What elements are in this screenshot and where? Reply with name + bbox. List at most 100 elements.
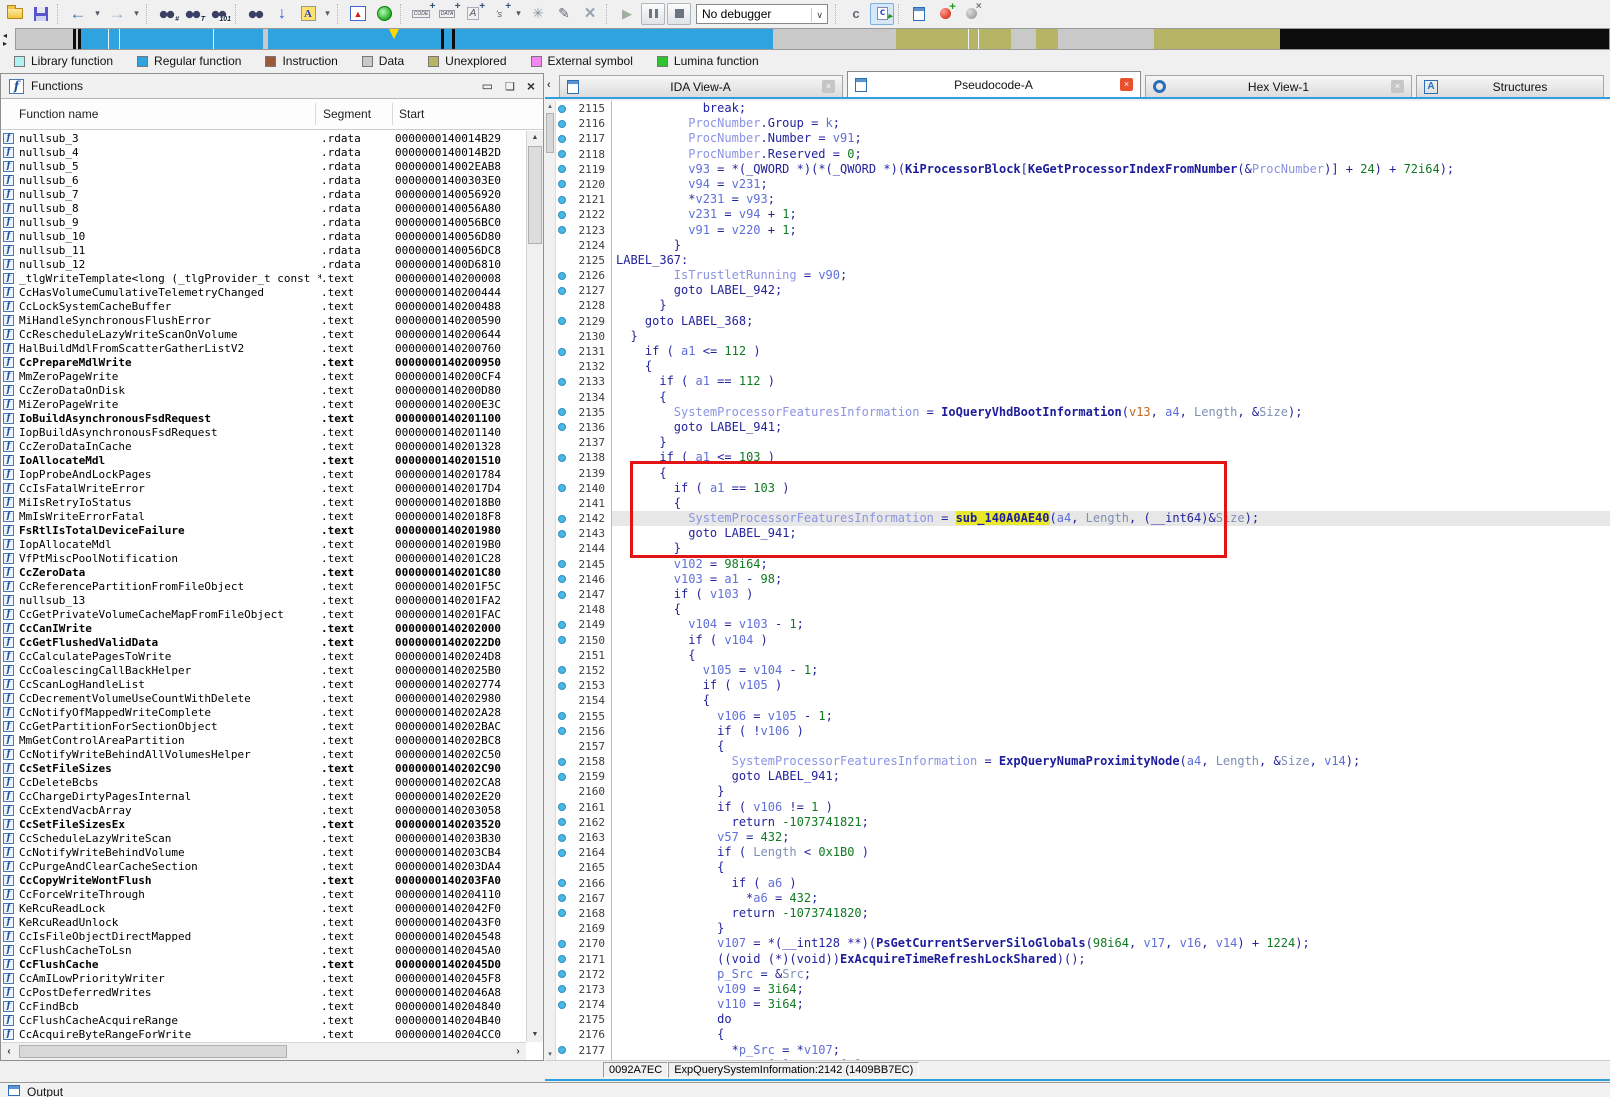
code-line[interactable]: 2172 p_Src = &Src; — [556, 966, 1610, 982]
back-history-dropdown-icon[interactable] — [92, 3, 103, 25]
code-line[interactable]: 2149 v104 = v103 - 1; — [556, 617, 1610, 633]
function-row[interactable]: f CcIsFileObjectDirectMapped .text 00000001… — [1, 929, 526, 943]
column-start[interactable]: Start — [399, 107, 424, 121]
function-row[interactable]: f CcIsFatalWriteError .text 00000001402017D… — [1, 481, 526, 495]
debugger-combo[interactable]: No debugger — [696, 3, 828, 24]
code-line[interactable]: 2120 v94 = v231; — [556, 176, 1610, 193]
scroll-down-icon[interactable] — [527, 1028, 543, 1042]
code-line[interactable]: 2150 if ( v104 ) — [556, 632, 1610, 648]
scrollbar-thumb[interactable] — [528, 146, 542, 244]
code-line[interactable]: 2169 } — [556, 921, 1610, 937]
function-row[interactable]: f nullsub_11 .rdata 0000000140056DC8 — [1, 243, 526, 257]
code-line[interactable]: 2167 *a6 = 432; — [556, 890, 1610, 906]
function-row[interactable]: f CcAcquireByteRangeForWrite .text 00000001… — [1, 1027, 526, 1041]
code-line[interactable]: 2132 { — [556, 359, 1610, 375]
undefine-icon[interactable] — [578, 3, 602, 25]
code-line[interactable]: 2154 { — [556, 693, 1610, 709]
tab-scroll-left-icon[interactable] — [547, 79, 551, 91]
lumina-icon[interactable] — [372, 3, 396, 25]
color-dropdown-icon[interactable] — [322, 3, 333, 25]
maximize-icon[interactable] — [482, 79, 493, 93]
code-line[interactable]: 2145 v102 = 98i64; — [556, 556, 1610, 572]
function-row[interactable]: f FsRtlIsTotalDeviceFailure .text 000000014… — [1, 523, 526, 537]
function-row[interactable]: f CcFindBcb .text 0000000140204840 — [1, 999, 526, 1013]
function-row[interactable]: f CcCoalescingCallBackHelper .text 00000001… — [1, 663, 526, 677]
code-line[interactable]: 2144 } — [556, 541, 1610, 557]
code-line[interactable]: 2123 v91 = v220 + 1; — [556, 222, 1610, 238]
debug-pause-icon[interactable] — [641, 2, 665, 25]
code-line[interactable]: 2117 ProcNumber.Number = v91; — [556, 131, 1610, 147]
function-row[interactable]: f CcChargeDirtyPagesInternal .text 00000001… — [1, 789, 526, 803]
code-line[interactable]: 2166 if ( a6 ) — [556, 875, 1610, 891]
function-row[interactable]: f CcPostDeferredWrites .text 00000001402046… — [1, 985, 526, 999]
code-line[interactable]: 2163 v57 = 432; — [556, 830, 1610, 846]
code-line[interactable]: 2168 return -1073741820; — [556, 905, 1610, 922]
code-line[interactable]: 2118 ProcNumber.Reserved = 0; — [556, 146, 1610, 162]
code-line[interactable]: 2153 if ( v105 ) — [556, 678, 1610, 694]
code-line[interactable]: 2140 if ( a1 == 103 ) — [556, 480, 1610, 496]
code-line[interactable]: 2158 SystemProcessorFeaturesInformation … — [556, 754, 1610, 770]
code-line[interactable]: 2162 return -1073741821; — [556, 814, 1610, 830]
functions-vertical-scrollbar[interactable] — [526, 131, 543, 1042]
code-line[interactable]: 2130 } — [556, 328, 1610, 344]
tab-close-icon[interactable]: × — [1391, 80, 1404, 93]
code-line[interactable]: 2148 { — [556, 602, 1610, 618]
function-row[interactable]: f nullsub_9 .rdata 0000000140056BC0 — [1, 215, 526, 229]
function-row[interactable]: f IoAllocateMdl .text 0000000140201510 — [1, 453, 526, 467]
scrollbar-thumb[interactable] — [546, 113, 554, 153]
code-line[interactable]: 2128 } — [556, 298, 1610, 314]
function-row[interactable]: f VfPtMiscPoolNotification .text 0000000140… — [1, 551, 526, 565]
code-line[interactable]: 2134 { — [556, 389, 1610, 405]
scroll-down-icon[interactable] — [545, 1049, 555, 1060]
make-string-icon[interactable] — [487, 1, 511, 25]
function-row[interactable]: f CcNotifyOfMappedWriteComplete .text 00000… — [1, 705, 526, 719]
function-row[interactable]: f CcExtendVacbArray .text 0000000140203058 — [1, 803, 526, 817]
function-row[interactable]: f CcReferencePartitionFromFileObject .text… — [1, 579, 526, 593]
code-line[interactable]: 2160 } — [556, 784, 1610, 800]
function-row[interactable]: f MiHandleSynchronousFlushError .text 00000… — [1, 313, 526, 327]
function-row[interactable]: f CcRescheduleLazyWriteScanOnVolume .text 0… — [1, 327, 526, 341]
function-row[interactable]: f nullsub_12 .rdata 00000001400D6810 — [1, 257, 526, 271]
pseudocode-vertical-scrollbar[interactable] — [545, 101, 556, 1060]
delete-breakpoint-icon[interactable] — [959, 1, 983, 25]
jump-to-address-icon[interactable] — [270, 3, 294, 25]
pseudocode-view[interactable]: 2115 break;2116 ProcNumber.Group = k;211… — [545, 101, 1610, 1060]
code-line[interactable]: 2151 { — [556, 647, 1610, 663]
column-function-name[interactable]: Function name — [19, 107, 98, 121]
code-line[interactable]: 2126 IsTrustletRunning = v90; — [556, 268, 1610, 284]
function-row[interactable]: f IopProbeAndLockPages .text 00000001402017… — [1, 467, 526, 481]
output-panel[interactable]: Output — [0, 1082, 1610, 1097]
scroll-up-icon[interactable] — [527, 131, 543, 145]
add-breakpoint-icon[interactable] — [933, 1, 957, 25]
patch-icon[interactable] — [526, 3, 550, 25]
function-row[interactable]: f CcGetPrivateVolumeCacheMapFromFileObjec… — [1, 607, 526, 621]
close-icon[interactable] — [527, 78, 535, 94]
code-line[interactable]: 2146 v103 = a1 - 98; — [556, 571, 1610, 587]
open-file-icon[interactable] — [3, 3, 27, 25]
make-name-icon[interactable] — [461, 1, 485, 25]
code-line[interactable]: 2171 ((void (*)(void))ExAcquireTimeRefre… — [556, 951, 1610, 967]
function-row[interactable]: f CcDeleteBcbs .text 0000000140202CA8 — [1, 775, 526, 789]
function-row[interactable]: f CcCanIWrite .text 0000000140202000 — [1, 621, 526, 635]
function-row[interactable]: f MmGetControlAreaPartition .text 000000014… — [1, 733, 526, 747]
produce-c-file-icon[interactable] — [870, 2, 894, 25]
code-line[interactable]: 2147 if ( v103 ) — [556, 587, 1610, 603]
code-line[interactable]: 2115 break; — [556, 101, 1610, 117]
tab-ida-view-a[interactable]: IDA View-A × — [559, 75, 843, 97]
scroll-up-icon[interactable] — [545, 101, 555, 112]
save-icon[interactable] — [29, 3, 53, 25]
function-row[interactable]: f CcDecrementVolumeUseCountWithDelete .tex… — [1, 691, 526, 705]
debug-stop-icon[interactable] — [667, 2, 691, 25]
function-row[interactable]: f CcSetFileSizes .text 0000000140202C90 — [1, 761, 526, 775]
function-row[interactable]: f CcScanLogHandleList .text 000000014020277… — [1, 677, 526, 691]
make-code-icon[interactable] — [409, 1, 436, 25]
code-line[interactable]: 2170 v107 = *(__int128 **)(PsGetCurrentS… — [556, 936, 1610, 952]
function-row[interactable]: f nullsub_13 .text 0000000140201FA2 — [1, 593, 526, 607]
function-row[interactable]: f CcCalculatePagesToWrite .text 00000001402… — [1, 649, 526, 663]
code-line[interactable]: 2174 v110 = 3i64; — [556, 997, 1610, 1013]
find-binary-icon[interactable] — [155, 3, 180, 25]
code-line[interactable]: 2152 v105 = v104 - 1; — [556, 662, 1610, 679]
code-line[interactable]: 2138 if ( a1 <= 103 ) — [556, 450, 1610, 466]
tab-close-icon[interactable]: × — [1120, 78, 1133, 91]
code-line[interactable]: 2157 { — [556, 738, 1610, 755]
